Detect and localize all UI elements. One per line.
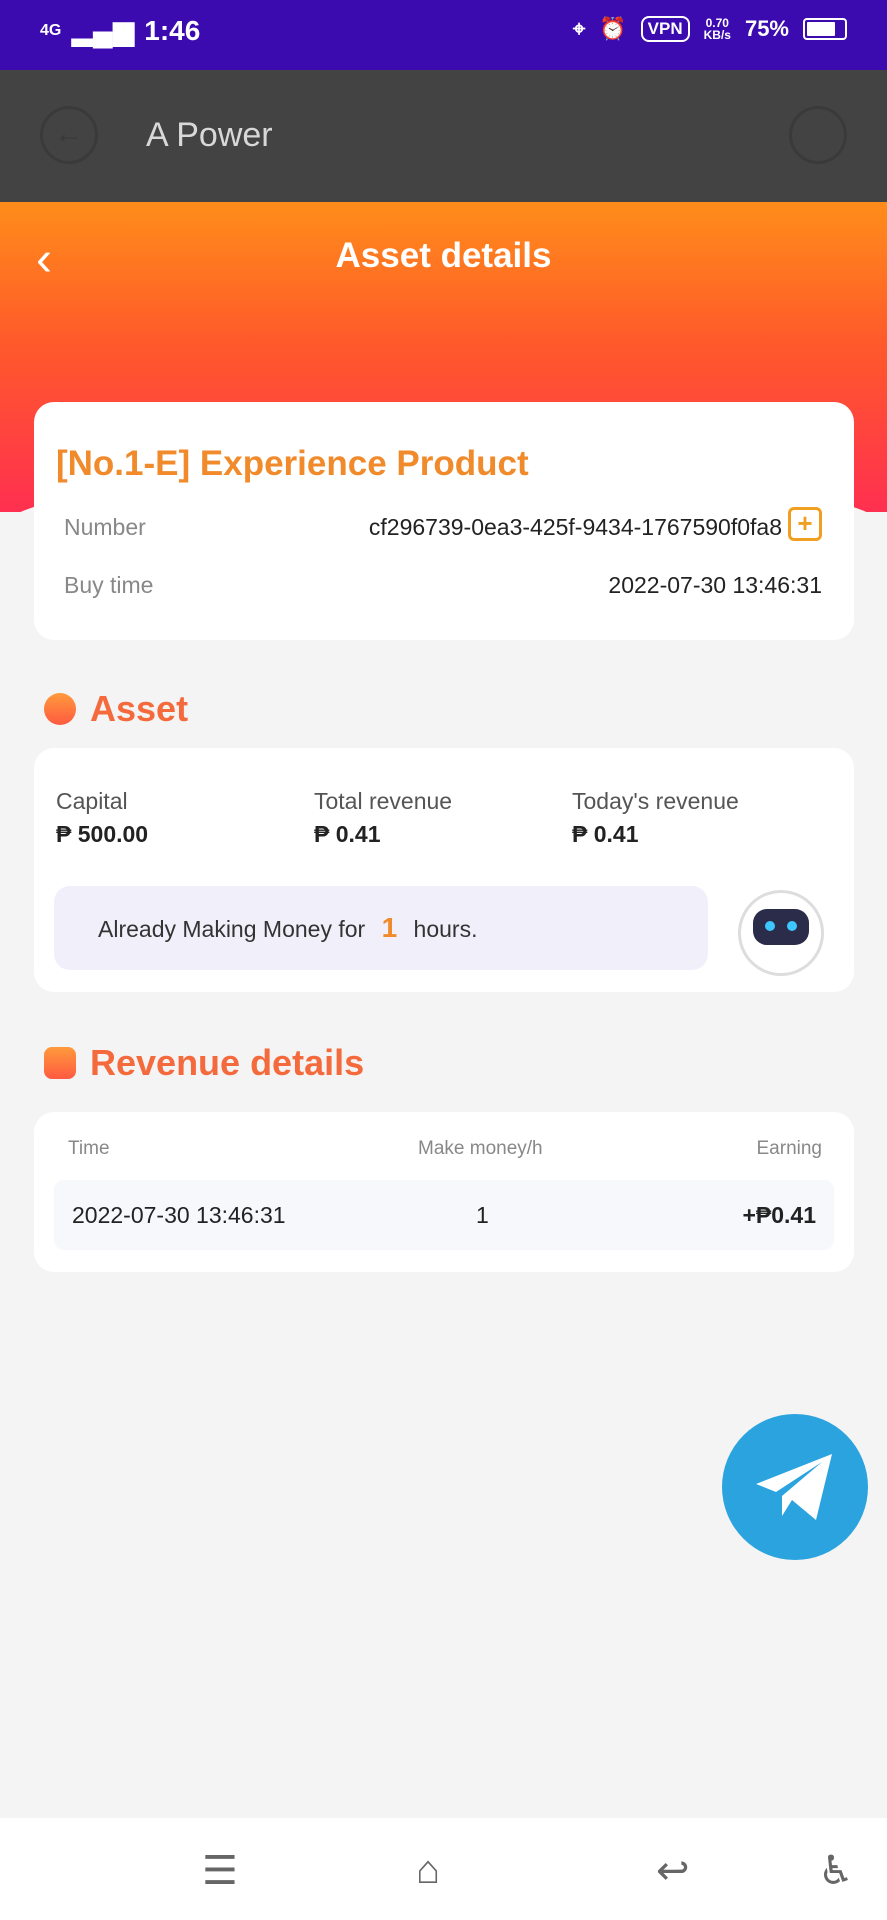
- telegram-button[interactable]: [722, 1414, 868, 1560]
- app-title: A Power: [146, 116, 273, 154]
- battery-percent: 75%: [744, 16, 789, 41]
- signal-icon: ▂▄▆: [71, 15, 135, 46]
- number-label: Number: [64, 514, 146, 540]
- status-bar: 4G ▂▄▆ 1:46 ⌖ ⏰ VPN 0.70 KB/s 75%: [0, 0, 887, 70]
- col-time-header: Time: [68, 1138, 110, 1159]
- row-rate: 1: [476, 1202, 489, 1228]
- refresh-icon[interactable]: [789, 106, 847, 164]
- battery-icon: [803, 18, 847, 40]
- alarm-icon: ⏰: [599, 16, 627, 41]
- total-revenue-stat: Total revenue ₱ 0.41: [314, 788, 453, 847]
- home-icon[interactable]: ⌂: [416, 1848, 440, 1893]
- back-icon[interactable]: ↩: [656, 1848, 690, 1894]
- col-earning-header: Earning: [756, 1138, 823, 1159]
- row-earning: +₱0.41: [742, 1202, 816, 1228]
- capital-stat: Capital ₱ 500.00: [56, 788, 149, 847]
- accessibility-icon[interactable]: ♿: [818, 1848, 854, 1894]
- buy-time-label: Buy time: [64, 572, 154, 598]
- system-nav-bar: ☰ ⌂ ↩ ♿: [0, 1818, 887, 1920]
- asset-section-title: Asset: [90, 688, 189, 729]
- vpn-badge: VPN: [640, 16, 690, 42]
- network-speed: 0.70 KB/s: [703, 16, 731, 42]
- menu-icon[interactable]: ☰: [202, 1848, 238, 1894]
- location-icon: ⌖: [572, 16, 586, 41]
- revenue-section-title: Revenue details: [90, 1042, 365, 1083]
- clipboard-icon: [44, 1047, 76, 1079]
- row-time: 2022-07-30 13:46:31: [72, 1202, 286, 1228]
- page-title: Asset details: [335, 236, 552, 275]
- making-hours: 1: [381, 912, 398, 943]
- revenue-section-header: Revenue details: [44, 1042, 364, 1084]
- product-name: [No.1-E] Experience Product: [56, 444, 529, 483]
- making-money-banner: Already Making Money for 1 hours.: [54, 886, 708, 970]
- back-arrow-icon[interactable]: ←: [40, 106, 98, 164]
- coins-icon: [44, 693, 76, 725]
- product-card: [No.1-E] Experience Product Number cf296…: [34, 402, 854, 640]
- today-revenue-stat: Today's revenue ₱ 0.41: [572, 788, 739, 847]
- network-type: 4G: [40, 21, 62, 39]
- table-row: 2022-07-30 13:46:31 1 +₱0.41: [54, 1180, 834, 1250]
- telegram-icon: [756, 1454, 832, 1520]
- buy-time-value: 2022-07-30 13:46:31: [608, 572, 822, 598]
- col-rate-header: Make money/h: [418, 1138, 543, 1159]
- copy-icon[interactable]: +: [788, 507, 822, 541]
- number-value: cf296739-0ea3-425f-9434-1767590f0fa8: [368, 514, 782, 540]
- app-bar: ← A Power: [0, 70, 887, 202]
- asset-card: Capital ₱ 500.00 Total revenue ₱ 0.41 To…: [34, 748, 854, 992]
- revenue-table: Time Make money/h Earning 2022-07-30 13:…: [34, 1112, 854, 1272]
- status-time: 1:46: [144, 14, 201, 46]
- asset-section-header: Asset: [44, 688, 188, 730]
- robot-mascot-icon: [738, 890, 824, 976]
